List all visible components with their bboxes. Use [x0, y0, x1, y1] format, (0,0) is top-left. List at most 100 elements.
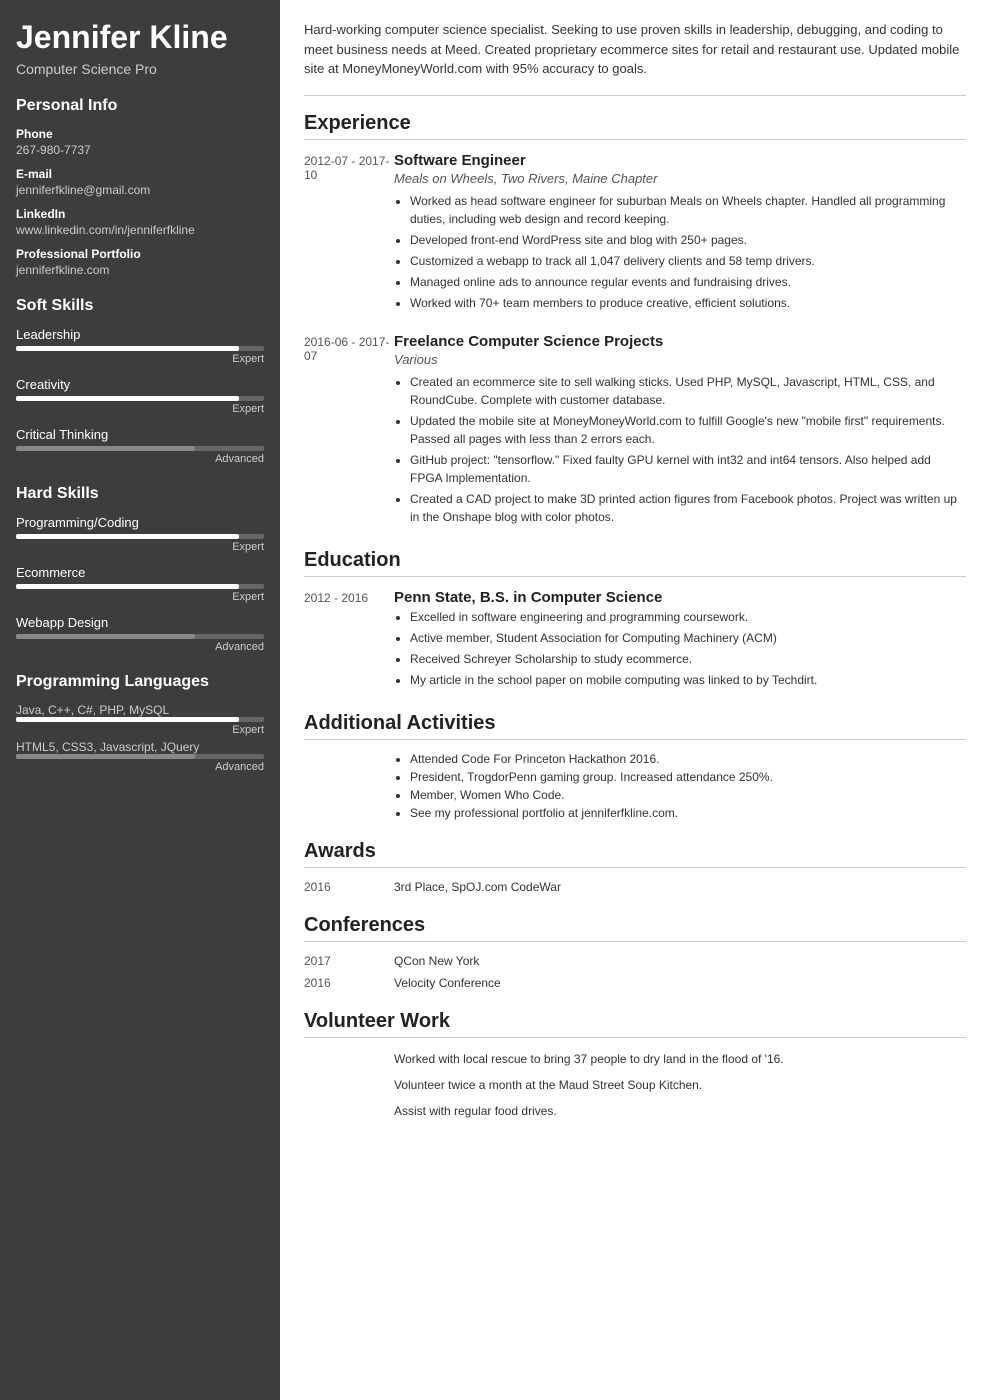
lang-primary-bar-fill [16, 717, 239, 722]
lang-secondary-bar-bg [16, 754, 264, 759]
list-item: Active member, Student Association for C… [410, 629, 966, 647]
lang-secondary-name: HTML5, CSS3, Javascript, JQuery [16, 740, 264, 754]
list-item: Developed front-end WordPress site and b… [410, 231, 966, 249]
experience-subtitle-1: Various [394, 352, 966, 367]
award-entry-0: 2016 3rd Place, SpOJ.com CodeWar [304, 880, 966, 894]
conf-year-0: 2017 [304, 954, 394, 968]
linkedin-value: www.linkedin.com/in/jenniferfkline [16, 223, 264, 237]
linkedin-label: LinkedIn [16, 207, 264, 221]
skill-critical-thinking-name: Critical Thinking [16, 427, 264, 442]
list-item: Created an ecommerce site to sell walkin… [410, 373, 966, 409]
phone-value: 267-980-7737 [16, 143, 264, 157]
skill-programming-name: Programming/Coding [16, 515, 264, 530]
hard-skills-heading: Hard Skills [16, 485, 264, 503]
skill-ecommerce-bar-bg [16, 584, 264, 589]
skill-critical-thinking-bar-bg [16, 446, 264, 451]
conf-text-1: Velocity Conference [394, 976, 501, 990]
experience-content-0: Software Engineer Meals on Wheels, Two R… [394, 152, 966, 315]
conferences-heading: Conferences [304, 914, 966, 942]
experience-section: Experience 2012-07 - 2017-10 Software En… [304, 112, 966, 529]
email-label: E-mail [16, 167, 264, 181]
list-item: See my professional portfolio at jennife… [410, 806, 966, 820]
lang-secondary: HTML5, CSS3, Javascript, JQuery Advanced [16, 740, 264, 773]
contact-phone: Phone 267-980-7737 [16, 127, 264, 157]
conf-entry-0: 2017 QCon New York [304, 954, 966, 968]
experience-content-1: Freelance Computer Science Projects Vari… [394, 333, 966, 529]
skill-programming-bar-bg [16, 534, 264, 539]
conf-entry-1: 2016 Velocity Conference [304, 976, 966, 990]
conferences-section: Conferences 2017 QCon New York 2016 Velo… [304, 914, 966, 990]
soft-skills-heading: Soft Skills [16, 297, 264, 315]
experience-title-0: Software Engineer [394, 152, 966, 169]
skill-ecommerce-name: Ecommerce [16, 565, 264, 580]
conf-text-0: QCon New York [394, 954, 479, 968]
experience-bullets-1: Created an ecommerce site to sell walkin… [394, 373, 966, 526]
education-heading: Education [304, 549, 966, 577]
lang-secondary-bar-fill [16, 754, 195, 759]
activities-list: Attended Code For Princeton Hackathon 20… [304, 752, 966, 820]
list-item: Updated the mobile site at MoneyMoneyWor… [410, 412, 966, 448]
summary-text: Hard-working computer science specialist… [304, 20, 966, 96]
list-item: Attended Code For Princeton Hackathon 20… [410, 752, 966, 766]
skill-creativity-name: Creativity [16, 377, 264, 392]
skill-ecommerce-level: Expert [16, 591, 264, 603]
skill-creativity-bar-bg [16, 396, 264, 401]
education-bullets-0: Excelled in software engineering and pro… [394, 608, 966, 689]
phone-label: Phone [16, 127, 264, 141]
awards-section: Awards 2016 3rd Place, SpOJ.com CodeWar [304, 840, 966, 894]
skill-programming: Programming/Coding Expert [16, 515, 264, 553]
volunteer-item-2: Assist with regular food drives. [304, 1102, 966, 1120]
list-item: GitHub project: "tensorflow." Fixed faul… [410, 451, 966, 487]
skill-creativity: Creativity Expert [16, 377, 264, 415]
volunteer-item-0: Worked with local rescue to bring 37 peo… [304, 1050, 966, 1068]
experience-entry-1: 2016-06 - 2017-07 Freelance Computer Sci… [304, 333, 966, 529]
skill-creativity-bar-fill [16, 396, 239, 401]
education-content-0: Penn State, B.S. in Computer Science Exc… [394, 589, 966, 692]
skill-leadership-bar-bg [16, 346, 264, 351]
lang-primary: Java, C++, C#, PHP, MySQL Expert [16, 703, 264, 736]
conf-year-1: 2016 [304, 976, 394, 990]
skill-critical-thinking: Critical Thinking Advanced [16, 427, 264, 465]
contact-email: E-mail jenniferfkline@gmail.com [16, 167, 264, 197]
activities-section: Additional Activities Attended Code For … [304, 712, 966, 820]
lang-primary-name: Java, C++, C#, PHP, MySQL [16, 703, 264, 717]
volunteer-section: Volunteer Work Worked with local rescue … [304, 1010, 966, 1120]
skill-critical-thinking-bar-fill [16, 446, 195, 451]
activities-heading: Additional Activities [304, 712, 966, 740]
award-year-0: 2016 [304, 880, 394, 894]
prog-lang-heading: Programming Languages [16, 673, 264, 691]
lang-primary-bar-bg [16, 717, 264, 722]
experience-heading: Experience [304, 112, 966, 140]
skill-leadership-bar-fill [16, 346, 239, 351]
lang-primary-level: Expert [16, 724, 264, 736]
candidate-name: Jennifer Kline [16, 20, 264, 55]
education-section: Education 2012 - 2016 Penn State, B.S. i… [304, 549, 966, 692]
lang-secondary-level: Advanced [16, 761, 264, 773]
personal-info-heading: Personal Info [16, 97, 264, 115]
list-item: Worked with 70+ team members to produce … [410, 294, 966, 312]
skill-webapp: Webapp Design Advanced [16, 615, 264, 653]
skill-critical-thinking-level: Advanced [16, 453, 264, 465]
list-item: Managed online ads to announce regular e… [410, 273, 966, 291]
candidate-title: Computer Science Pro [16, 61, 264, 77]
contact-linkedin: LinkedIn www.linkedin.com/in/jenniferfkl… [16, 207, 264, 237]
skill-ecommerce-bar-fill [16, 584, 239, 589]
education-title-0: Penn State, B.S. in Computer Science [394, 589, 966, 606]
list-item: President, TrogdorPenn gaming group. Inc… [410, 770, 966, 784]
award-text-0: 3rd Place, SpOJ.com CodeWar [394, 880, 561, 894]
list-item: Customized a webapp to track all 1,047 d… [410, 252, 966, 270]
portfolio-label: Professional Portfolio [16, 247, 264, 261]
skill-leadership: Leadership Expert [16, 327, 264, 365]
sidebar: Jennifer Kline Computer Science Pro Pers… [0, 0, 280, 1400]
skill-ecommerce: Ecommerce Expert [16, 565, 264, 603]
skill-webapp-name: Webapp Design [16, 615, 264, 630]
list-item: Excelled in software engineering and pro… [410, 608, 966, 626]
skill-programming-level: Expert [16, 541, 264, 553]
skill-webapp-bar-bg [16, 634, 264, 639]
email-value: jenniferfkline@gmail.com [16, 183, 264, 197]
skill-creativity-level: Expert [16, 403, 264, 415]
list-item: Worked as head software engineer for sub… [410, 192, 966, 228]
experience-date-0: 2012-07 - 2017-10 [304, 152, 394, 315]
skill-programming-bar-fill [16, 534, 239, 539]
experience-title-1: Freelance Computer Science Projects [394, 333, 966, 350]
